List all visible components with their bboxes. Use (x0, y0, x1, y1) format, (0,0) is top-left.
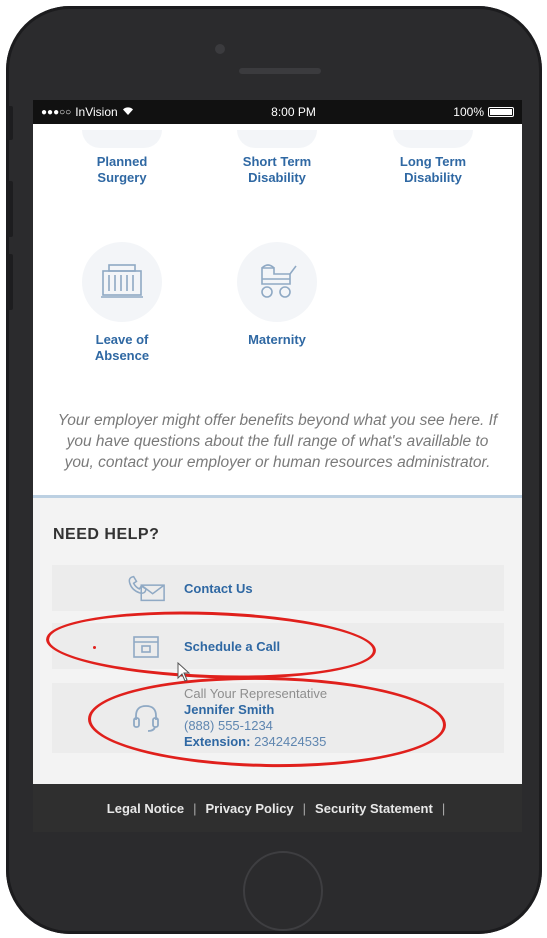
schedule-call-row[interactable]: Schedule a Call (52, 623, 504, 669)
calendar-icon (126, 633, 166, 659)
benefit-label: Long Term Disability (399, 154, 467, 185)
benefit-label: Leave of Absence (94, 332, 150, 363)
home-button[interactable] (243, 851, 323, 931)
benefit-icon-circle (237, 242, 317, 322)
phone-envelope-icon (126, 573, 166, 603)
benefit-label: Maternity (248, 332, 306, 347)
benefit-short-term-disability[interactable]: Short Term Disability (212, 154, 342, 186)
contact-us-link[interactable]: Contact Us (184, 581, 253, 596)
benefit-planned-surgery[interactable]: Planned Surgery (57, 154, 187, 186)
contact-us-row[interactable]: Contact Us (52, 565, 504, 611)
carrier-label: InVision (75, 105, 118, 119)
building-icon (99, 261, 145, 304)
headset-icon (126, 702, 166, 734)
rep-extension-value: 2342424535 (254, 734, 327, 749)
mouse-cursor-icon (177, 661, 191, 687)
benefits-grid: Planned Surgery Short Term Disability Lo… (33, 124, 522, 374)
rep-phone-link[interactable]: (888) 555-1234 (184, 718, 327, 734)
benefit-long-term-disability[interactable]: Long Term Disability (368, 154, 498, 186)
rep-extension-label: Extension: (184, 734, 251, 749)
signal-icon: ●●●○○ (41, 106, 72, 118)
footer-separator: | (441, 800, 446, 816)
annotation-dot (93, 646, 96, 649)
battery-icon (488, 107, 514, 117)
benefit-label: Planned Surgery (96, 154, 148, 185)
phone-screen: ●●●○○ InVision 8:00 PM 100% Planned Surg… (33, 100, 522, 832)
speaker-grille (239, 68, 321, 74)
footer-separator: | (302, 800, 307, 816)
need-help-title: NEED HELP? (53, 526, 160, 543)
schedule-call-link[interactable]: Schedule a Call (184, 639, 280, 654)
mute-switch (6, 106, 13, 140)
benefit-maternity[interactable]: Maternity (212, 242, 342, 348)
clock-label: 8:00 PM (271, 105, 316, 119)
rep-caption: Call Your Representative (184, 686, 328, 701)
security-statement-link[interactable]: Security Statement (315, 801, 433, 816)
benefit-label: Short Term Disability (242, 154, 312, 185)
representative-info: Call Your Representative Jennifer Smith … (184, 686, 327, 750)
benefit-icon-circle (82, 242, 162, 322)
battery-percent: 100% (453, 105, 484, 119)
legal-notice-link[interactable]: Legal Notice (107, 801, 184, 816)
camera-icon (215, 44, 225, 54)
benefit-circle-top (393, 130, 473, 148)
volume-up-button (6, 181, 13, 237)
rep-name: Jennifer Smith (184, 702, 275, 717)
benefit-leave-of-absence[interactable]: Leave of Absence (57, 242, 187, 364)
privacy-policy-link[interactable]: Privacy Policy (205, 801, 293, 816)
footer-separator: | (193, 800, 197, 816)
benefit-circle-top (82, 130, 162, 148)
benefits-disclaimer: Your employer might offer benefits beyon… (57, 412, 498, 471)
stroller-icon (254, 260, 300, 305)
volume-down-button (6, 254, 13, 310)
benefit-circle-top (237, 130, 317, 148)
representative-row: Call Your Representative Jennifer Smith … (52, 683, 504, 753)
footer-bar: Legal Notice | Privacy Policy | Security… (33, 784, 522, 832)
status-bar: ●●●○○ InVision 8:00 PM 100% (33, 100, 522, 124)
wifi-icon (122, 105, 134, 119)
